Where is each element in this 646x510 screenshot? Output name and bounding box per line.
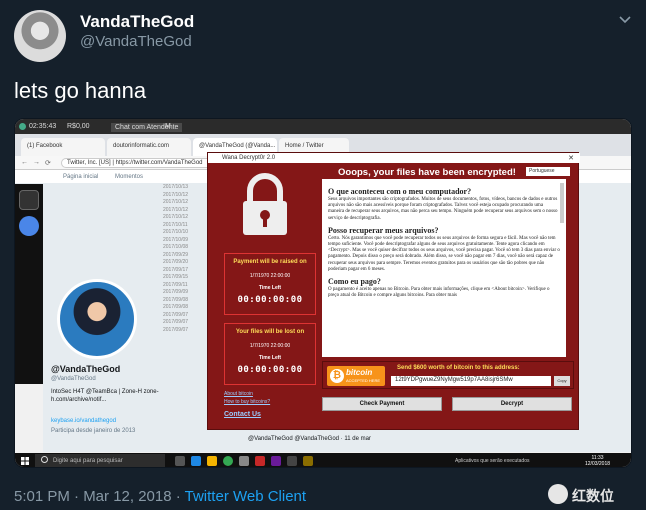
copy-button[interactable]: Copy xyxy=(554,376,570,386)
nav-moments[interactable]: Momentos xyxy=(115,174,143,180)
lost-time-left-label: Time Left xyxy=(258,355,282,361)
files-lost-box: Your files will be lost on 1/7/1970 22:0… xyxy=(224,323,316,385)
forward-icon[interactable]: → xyxy=(33,159,40,166)
note-heading-3: Como eu pago? xyxy=(328,277,381,287)
tweet-image[interactable]: 02:35:43 R$0,00 Chat com Atendente M (1)… xyxy=(14,118,632,468)
raised-date: 1/7/1970 22:00:00 xyxy=(249,273,291,279)
tweet-text: lets go hanna xyxy=(14,78,147,103)
tray-date: 12/03/2018 xyxy=(585,461,611,467)
scrollbar[interactable] xyxy=(560,183,564,223)
contact-us-link[interactable]: Contact Us xyxy=(224,411,261,418)
store-icon[interactable] xyxy=(239,456,249,466)
profile-avatar[interactable] xyxy=(57,279,137,359)
watermark: 红数位 xyxy=(548,484,638,506)
lost-title: Your files will be lost on xyxy=(235,329,305,335)
note-paragraph-2: Certo. Nós garantimos que você pode recu… xyxy=(328,235,560,272)
wannacry-titlebar: Wana Decrypt0r 2.0 xyxy=(208,153,580,163)
profile-name: @VandaTheGod xyxy=(51,364,121,374)
app3-icon[interactable] xyxy=(287,456,297,466)
task-view-icon[interactable] xyxy=(175,456,185,466)
topbar-tab-chat[interactable]: Chat com Atendente xyxy=(111,123,183,132)
folder-icon[interactable] xyxy=(207,456,217,466)
left-dock xyxy=(15,184,43,384)
windows-start-icon[interactable] xyxy=(21,457,29,465)
how-to-buy-link[interactable]: How to buy bitcoins? xyxy=(224,399,270,405)
profile-joined: Participa desde janeiro de 2013 xyxy=(51,428,136,434)
taskbar-search[interactable]: Digite aqui para pesquisar xyxy=(35,454,165,467)
back-icon[interactable]: ← xyxy=(21,159,28,166)
payment-panel: ₿ bitcoin ACCEPTED HERE Send $600 worth … xyxy=(322,361,574,389)
timeline-tweet[interactable]: @VandaTheGod @VandaTheGod · 11 de mar xyxy=(248,436,371,442)
author-avatar[interactable] xyxy=(14,10,66,62)
terminal-icon[interactable] xyxy=(19,190,39,210)
raised-timer: 00:00:00:00 xyxy=(237,295,303,305)
language-select[interactable]: Portuguese xyxy=(526,167,570,176)
lost-date: 1/7/1970 22:00:00 xyxy=(249,343,291,349)
ransom-note: O que aconteceu com o meu computador? Se… xyxy=(322,179,566,357)
check-payment-button[interactable]: Check Payment xyxy=(322,397,442,411)
wechat-icon xyxy=(548,484,568,504)
chevron-down-icon[interactable] xyxy=(618,12,632,26)
reload-icon[interactable]: ⟳ xyxy=(45,159,51,167)
watermark-text: 红数位 xyxy=(572,488,614,504)
ransom-heading: Ooops, your files have been encrypted! xyxy=(338,167,516,178)
note-paragraph-1: Seus arquivos importantes são criptograf… xyxy=(328,197,558,221)
lost-timer: 00:00:00:00 xyxy=(237,365,303,375)
bitcoin-accepted: ACCEPTED HERE xyxy=(346,378,381,383)
browser-tab-doutor[interactable]: doutorinformatic.com xyxy=(107,138,191,156)
topbar-tab-m[interactable]: M xyxy=(165,123,171,130)
bitcoin-address-field[interactable]: 12t9YDPgwueZ9NyMgw519p7AA8isjr6SMw xyxy=(391,376,551,386)
author-handle[interactable]: @VandaTheGod xyxy=(80,33,192,50)
bitcoin-word: bitcoin xyxy=(346,368,373,377)
raised-time-left-label: Time Left xyxy=(258,285,282,291)
clock-icon xyxy=(19,123,26,130)
decrypt-button[interactable]: Decrypt xyxy=(452,397,572,411)
desktop-topbar: 02:35:43 R$0,00 Chat com Atendente M xyxy=(15,119,631,134)
tweet-timestamp[interactable]: 5:01 PM · Mar 12, 2018 · xyxy=(14,488,185,505)
profile-handle: @VandaTheGod xyxy=(51,376,96,382)
tray-notification[interactable]: Aplicativos que serão executados xyxy=(455,458,530,464)
nav-home[interactable]: Página inicial xyxy=(63,174,98,180)
tray-clock[interactable]: 11:33 12/03/2018 xyxy=(585,455,610,467)
profile-bio: IntoSec H4T @TeamBca | Zone-H zone-h.com… xyxy=(51,389,159,403)
note-heading-1: O que aconteceu com o meu computador? xyxy=(328,187,472,196)
note-heading-2: Posso recuperar meus arquivos? xyxy=(328,225,439,235)
profile-link[interactable]: keybase.io/vandathegod xyxy=(51,418,116,424)
app2-icon[interactable] xyxy=(271,456,281,466)
tweet-footer: 5:01 PM · Mar 12, 2018 · Twitter Web Cli… xyxy=(14,488,306,505)
topbar-price: R$0,00 xyxy=(67,123,90,130)
bitcoin-logo: ₿ bitcoin ACCEPTED HERE xyxy=(327,366,385,386)
close-icon[interactable]: ✕ xyxy=(568,154,574,162)
edge-icon[interactable] xyxy=(191,456,201,466)
wannacry-window: Wana Decrypt0r 2.0 ✕ Ooops, your files h… xyxy=(207,152,580,430)
raised-title: Payment will be raised on xyxy=(233,259,307,265)
windows-taskbar: Digite aqui para pesquisar Aplicativos q… xyxy=(15,453,631,467)
bitcoin-icon: ₿ xyxy=(330,369,344,383)
chrome-taskbar-icon[interactable] xyxy=(223,456,233,466)
padlock-icon xyxy=(230,171,300,241)
tweet-client[interactable]: Twitter Web Client xyxy=(185,488,306,505)
browser-tab-facebook[interactable]: (1) Facebook xyxy=(21,138,105,156)
topbar-time: 02:35:43 xyxy=(29,123,57,130)
about-bitcoin-link[interactable]: About bitcoin xyxy=(224,391,253,397)
app4-icon[interactable] xyxy=(303,456,313,466)
search-icon xyxy=(41,456,48,463)
chrome-icon[interactable] xyxy=(19,216,39,236)
payment-raised-box: Payment will be raised on 1/7/1970 22:00… xyxy=(224,253,316,315)
author-display-name[interactable]: VandaTheGod xyxy=(80,12,194,32)
note-paragraph-3: O pagamento é aceito apenas no Bitcoin. … xyxy=(328,287,550,299)
send-instruction: Send $600 worth of bitcoin to this addre… xyxy=(397,365,520,371)
app-icon[interactable] xyxy=(255,456,265,466)
